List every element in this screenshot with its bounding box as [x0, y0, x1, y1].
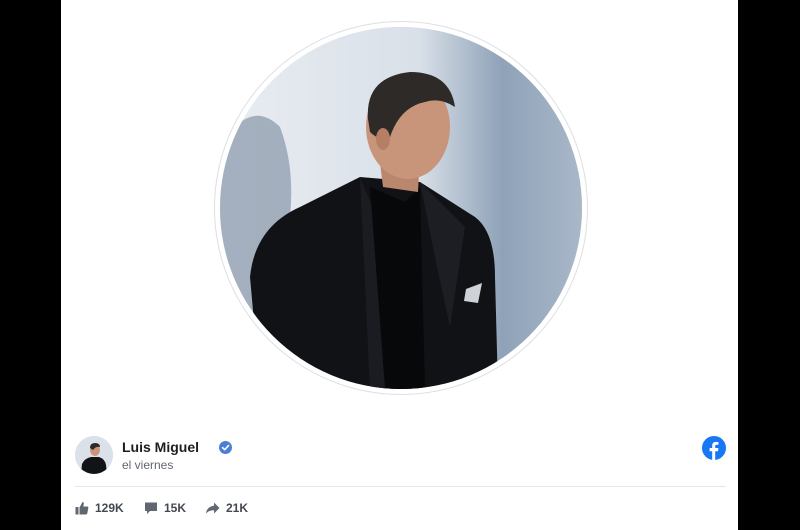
verified-badge-icon	[219, 441, 232, 454]
share-arrow-icon	[206, 502, 220, 514]
shares-stat[interactable]: 21K	[205, 498, 248, 518]
divider	[75, 486, 726, 487]
post-timestamp[interactable]: el viernes	[122, 458, 173, 472]
facebook-logo-icon[interactable]	[702, 436, 726, 460]
likes-count: 129K	[95, 501, 124, 515]
thumbs-up-icon	[75, 502, 89, 515]
shares-count: 21K	[226, 501, 249, 515]
author-name[interactable]: Luis Miguel	[122, 439, 199, 455]
author-avatar[interactable]	[75, 436, 113, 474]
likes-stat[interactable]: 129K	[75, 498, 124, 518]
comments-count: 15K	[164, 501, 187, 515]
profile-picture-frame	[215, 22, 587, 394]
comment-bubble-icon	[145, 502, 157, 514]
comments-stat[interactable]: 15K	[144, 498, 186, 518]
post-header: Luis Miguel el viernes	[75, 435, 726, 477]
post-card: Luis Miguel el viernes 129K 15K 21K	[61, 0, 738, 530]
profile-picture[interactable]	[220, 27, 582, 389]
